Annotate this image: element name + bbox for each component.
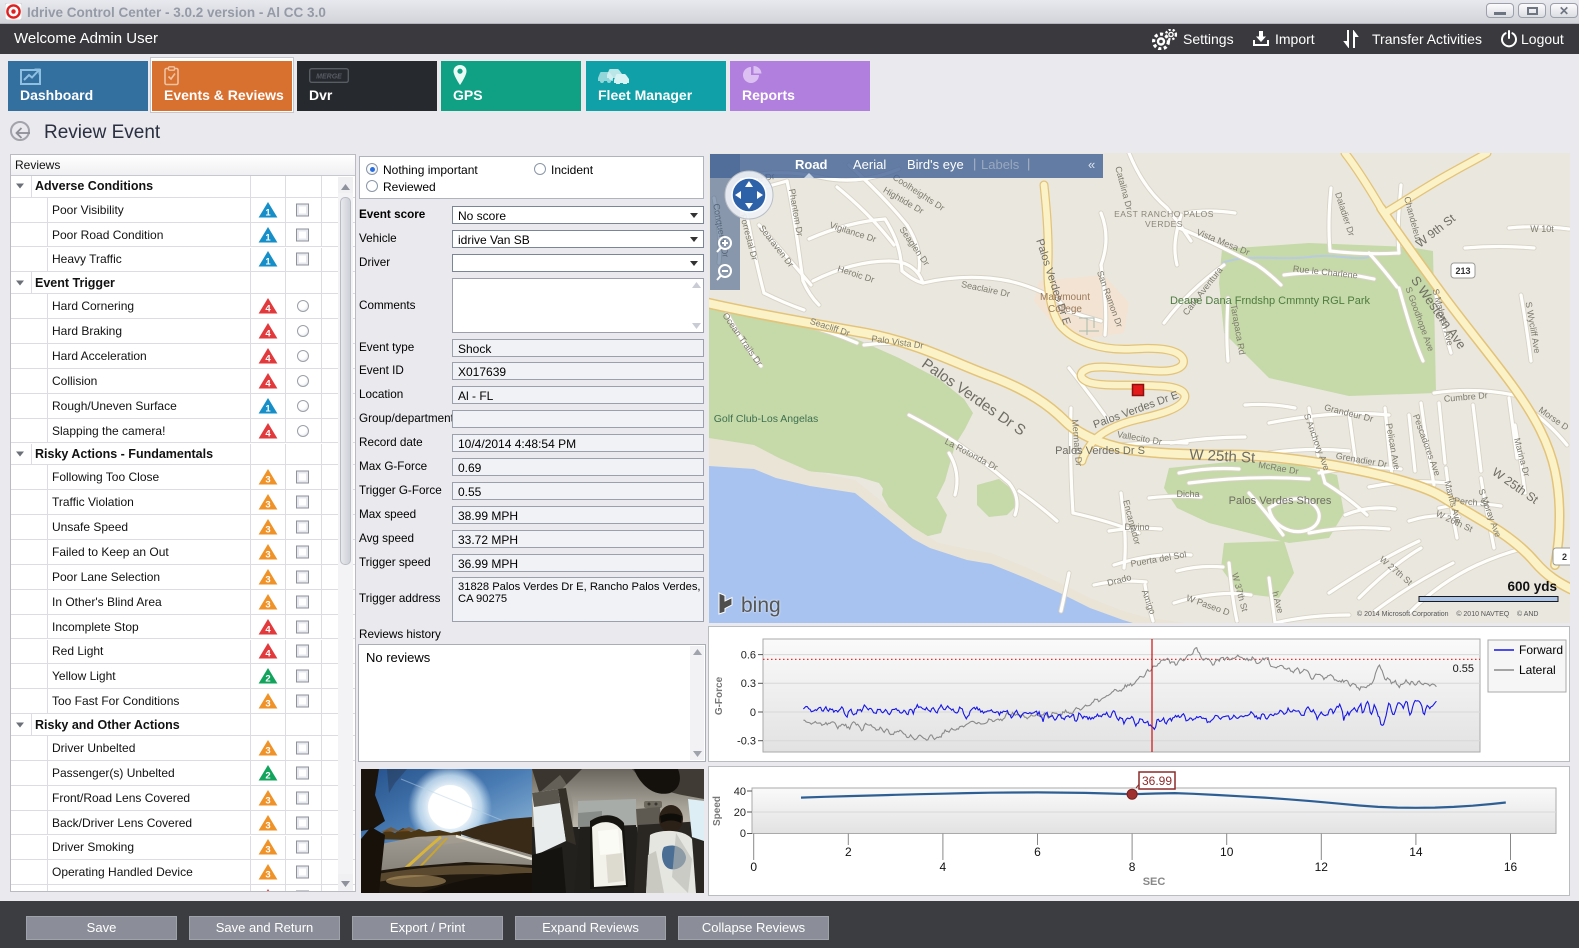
svg-text:Palos Verdes Shores: Palos Verdes Shores xyxy=(1229,495,1332,507)
svg-text:MERGE: MERGE xyxy=(316,74,342,81)
svg-text:3: 3 xyxy=(265,549,270,560)
svg-text:6: 6 xyxy=(1034,845,1041,859)
svg-text:3: 3 xyxy=(265,574,270,585)
svg-text:Palos Verdes Dr S: Palos Verdes Dr S xyxy=(1055,445,1145,457)
svg-text:College: College xyxy=(1048,304,1082,315)
svg-text:3: 3 xyxy=(265,524,270,535)
svg-text:Forward: Forward xyxy=(1519,643,1563,657)
svg-text:1: 1 xyxy=(265,257,271,268)
svg-text:EAST RANCHO PALOS: EAST RANCHO PALOS xyxy=(1114,209,1214,219)
svg-text:2: 2 xyxy=(845,845,852,859)
svg-text:Marymount: Marymount xyxy=(1040,292,1090,303)
svg-text:0: 0 xyxy=(750,707,756,719)
svg-text:0: 0 xyxy=(740,828,746,840)
svg-text:4: 4 xyxy=(265,428,271,439)
svg-text:4: 4 xyxy=(265,353,271,364)
svg-text:20: 20 xyxy=(734,807,746,819)
svg-text:VERDES: VERDES xyxy=(1145,219,1183,229)
svg-text:4: 4 xyxy=(265,624,271,635)
svg-text:12: 12 xyxy=(1315,860,1329,874)
svg-text:W 25th St: W 25th St xyxy=(1189,446,1256,466)
svg-text:3: 3 xyxy=(265,599,270,610)
svg-text:4: 4 xyxy=(265,649,271,660)
svg-text:© 2014 Microsoft Corporation: © 2014 Microsoft Corporation © 2010 NAVT… xyxy=(1357,610,1538,618)
svg-text:-0.3: -0.3 xyxy=(737,736,756,748)
svg-text:Speed: Speed xyxy=(712,796,723,826)
svg-text:1: 1 xyxy=(265,207,271,218)
svg-text:2: 2 xyxy=(265,674,270,685)
svg-text:1: 1 xyxy=(265,403,271,414)
svg-text:3: 3 xyxy=(265,795,270,806)
svg-text:16: 16 xyxy=(1504,860,1518,874)
svg-text:3: 3 xyxy=(265,500,270,511)
svg-text:36.99: 36.99 xyxy=(1142,774,1172,788)
svg-text:Divino: Divino xyxy=(1124,522,1149,532)
svg-text:213: 213 xyxy=(1455,266,1470,276)
svg-text:0.3: 0.3 xyxy=(741,678,756,690)
svg-text:W 10t: W 10t xyxy=(1530,224,1554,234)
svg-text:2: 2 xyxy=(1562,552,1567,562)
svg-text:40: 40 xyxy=(734,786,746,798)
svg-text:0.6: 0.6 xyxy=(741,650,756,662)
svg-text:Deane Dana Frndshp Cmmnty RGL: Deane Dana Frndshp Cmmnty RGL Park xyxy=(1170,295,1371,307)
svg-text:4: 4 xyxy=(940,860,947,874)
svg-text:14: 14 xyxy=(1409,845,1423,859)
svg-text:4: 4 xyxy=(265,304,271,315)
svg-text:bing: bing xyxy=(741,594,781,617)
svg-text:3: 3 xyxy=(265,845,270,856)
svg-text:3: 3 xyxy=(265,820,270,831)
svg-text:0: 0 xyxy=(750,860,757,874)
svg-text:Lateral: Lateral xyxy=(1519,663,1556,677)
svg-text:3: 3 xyxy=(265,870,270,881)
svg-text:4: 4 xyxy=(265,328,271,339)
svg-text:3: 3 xyxy=(265,745,270,756)
svg-text:SEC: SEC xyxy=(1143,876,1166,888)
svg-text:2: 2 xyxy=(265,770,270,781)
svg-text:600 yds: 600 yds xyxy=(1507,579,1557,594)
svg-text:4: 4 xyxy=(265,378,271,389)
svg-text:G-Force: G-Force xyxy=(714,676,725,715)
svg-text:3: 3 xyxy=(265,699,270,710)
svg-text:Dicha: Dicha xyxy=(1176,489,1199,499)
svg-text:1: 1 xyxy=(265,232,271,243)
svg-text:8: 8 xyxy=(1129,860,1136,874)
svg-text:0.55: 0.55 xyxy=(1453,663,1474,675)
svg-text:10: 10 xyxy=(1220,845,1234,859)
svg-text:Golf Club-Los Angelas: Golf Club-Los Angelas xyxy=(714,413,818,425)
svg-text:3: 3 xyxy=(265,475,270,486)
